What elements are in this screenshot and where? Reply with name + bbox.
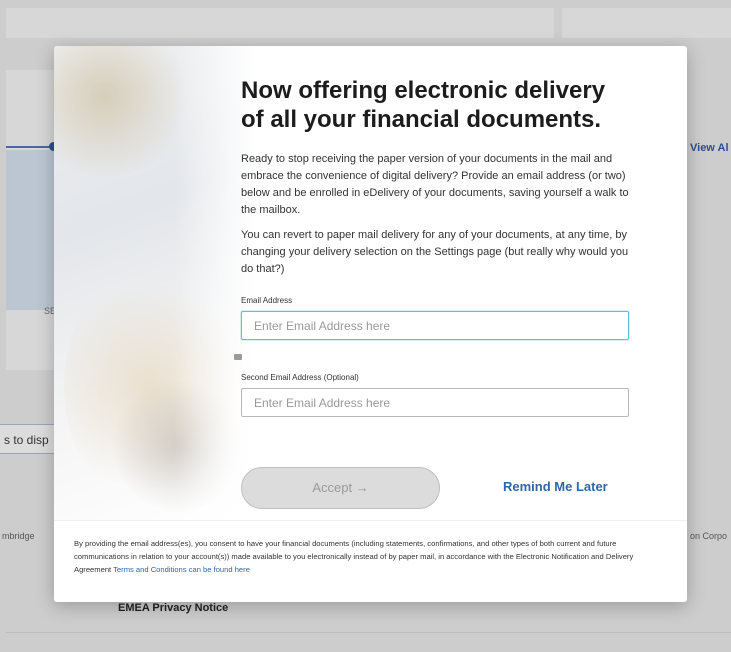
terms-link[interactable]: Terms and Conditions can be found here bbox=[113, 565, 250, 574]
bg-emea-privacy-notice: EMEA Privacy Notice bbox=[118, 602, 229, 614]
revert-paragraph: You can revert to paper mail delivery fo… bbox=[241, 229, 629, 275]
email-input[interactable] bbox=[241, 311, 629, 340]
modal-side-image bbox=[54, 46, 254, 520]
second-email-label: Second Email Address (Optional) bbox=[241, 373, 359, 382]
modal-actions: Accept → Remind Me Later bbox=[241, 467, 631, 509]
intro-paragraph: Ready to stop receiving the paper versio… bbox=[241, 153, 629, 216]
modal-footer: By providing the email address(es), you … bbox=[54, 520, 687, 602]
bg-top-card bbox=[6, 8, 554, 38]
modal-headline: Now offering electronic delivery of all … bbox=[241, 77, 606, 133]
second-email-input[interactable] bbox=[241, 388, 629, 417]
legal-disclaimer: By providing the email address(es), you … bbox=[74, 537, 669, 576]
edelivery-modal: Now offering electronic delivery of all … bbox=[54, 46, 687, 602]
modal-content: Now offering electronic delivery of all … bbox=[241, 76, 631, 417]
bg-display-box: s to disp bbox=[0, 424, 58, 454]
remind-me-later-link[interactable]: Remind Me Later bbox=[503, 479, 608, 494]
email-field-icon bbox=[234, 354, 242, 360]
bg-chart-area bbox=[6, 150, 54, 310]
bg-right-card bbox=[562, 8, 731, 38]
accept-button[interactable]: Accept → bbox=[241, 467, 440, 509]
art-blob bbox=[54, 46, 194, 176]
bg-view-all-link: View Al bbox=[690, 142, 729, 154]
email-label: Email Address bbox=[241, 296, 293, 305]
bg-corp-text: on Corpo bbox=[690, 531, 728, 541]
bg-cambridge-text: mbridge bbox=[2, 531, 35, 541]
bg-divider bbox=[6, 632, 731, 633]
